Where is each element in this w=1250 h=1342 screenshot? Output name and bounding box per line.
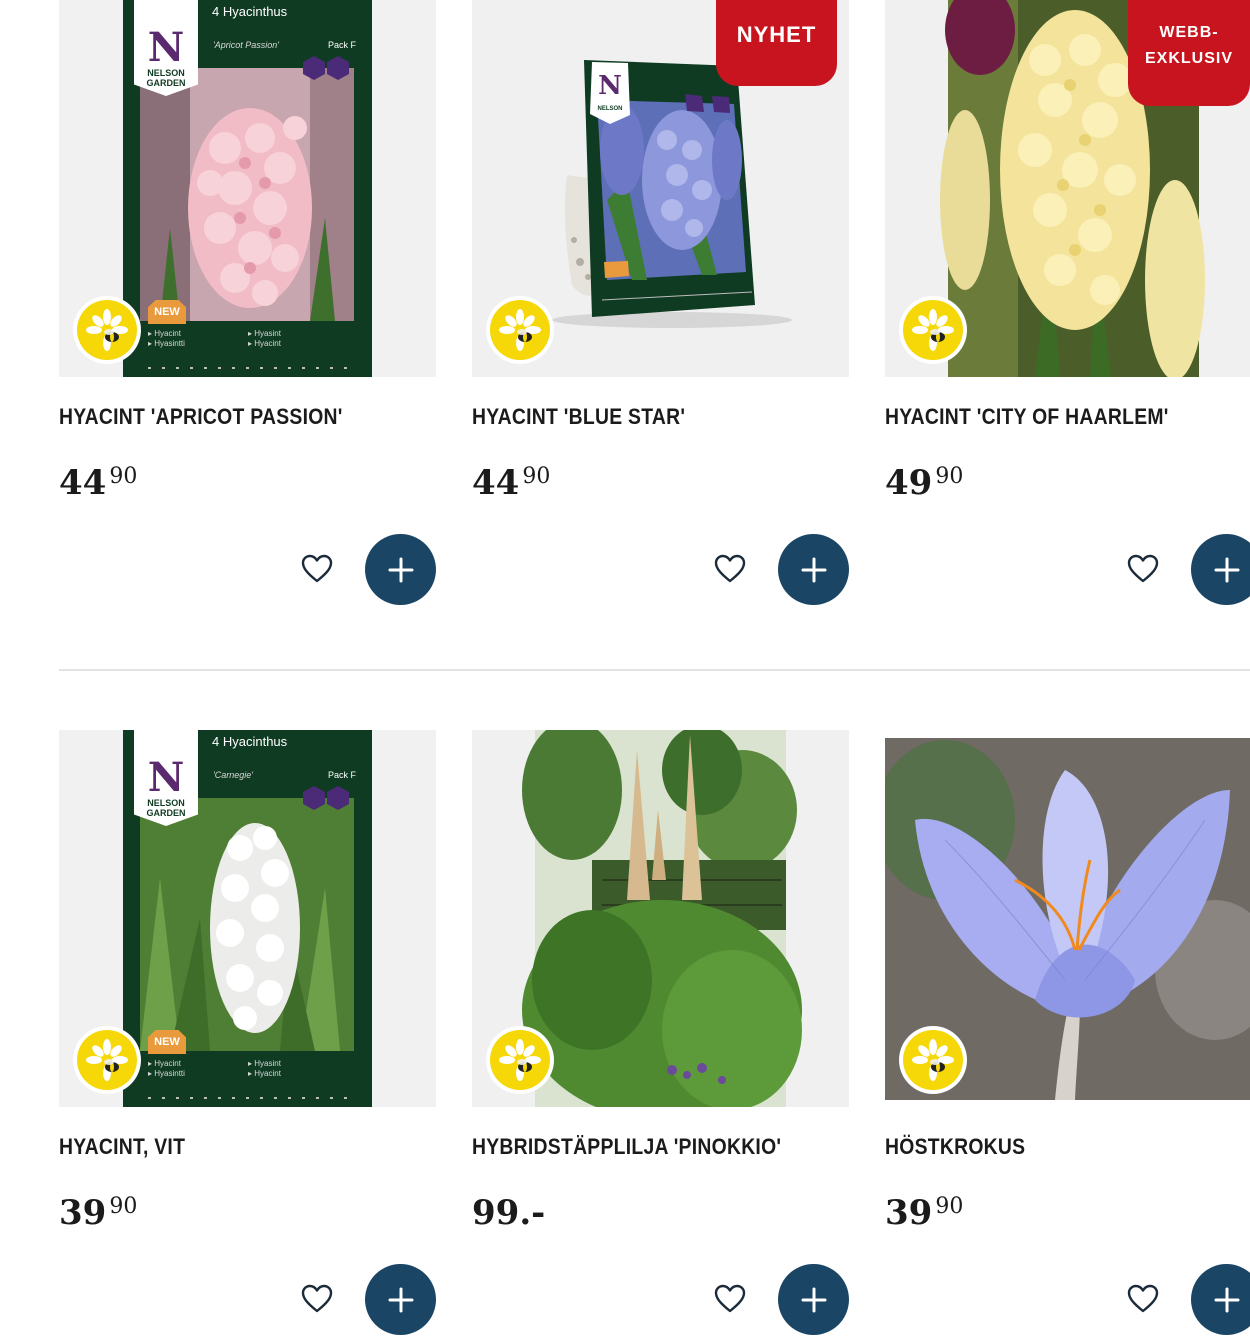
package-lang-left: ▸ Hyacint ▸ Hyasintti [148, 1059, 185, 1078]
product-image[interactable] [472, 730, 849, 1107]
flower-photo [140, 798, 354, 1051]
heart-outline-icon [301, 554, 333, 583]
price-main: 39 [59, 1193, 107, 1233]
price-decimal: 90 [109, 1194, 138, 1219]
heart-outline-icon [714, 554, 746, 583]
plus-icon [801, 1287, 826, 1312]
product-name[interactable]: HYACINT 'APRICOT PASSION' [59, 404, 343, 430]
product-name[interactable]: HYBRIDSTÄPPLILJA 'PINOKKIO' [472, 1134, 781, 1160]
package-title: 4 Hyacinthus [212, 734, 288, 749]
package-lang-right: ▸ Hyasint ▸ Hyacint [248, 1059, 281, 1078]
favorite-button[interactable] [300, 552, 334, 586]
package-zone: Pack F [328, 40, 357, 50]
product-name[interactable]: HYACINT, VIT [59, 1134, 185, 1160]
add-to-cart-button[interactable] [1191, 1264, 1250, 1335]
heart-outline-icon [714, 1284, 746, 1313]
price-main: 39 [885, 1193, 933, 1233]
add-to-cart-button[interactable] [1191, 534, 1250, 605]
price-decimal: 90 [109, 464, 138, 489]
price-main: 44 [472, 463, 520, 503]
product-price: 39 90 [59, 1190, 137, 1236]
package-title: 4 Hyacinthus [212, 4, 288, 19]
web-exclusive-label: WEBB- EXKLUSIV [1144, 24, 1233, 67]
product-price: 44 90 [472, 460, 550, 506]
row-divider [59, 669, 1250, 671]
product-card[interactable]: N NELSON GARDEN 4 Hyacinthus 'Carnegie' P… [59, 730, 436, 1335]
favorite-button[interactable] [300, 1282, 334, 1316]
price-main: 49 [885, 463, 933, 503]
brand-logo: N NELSON GARDEN [134, 730, 198, 826]
price-main: 99.- [472, 1193, 546, 1233]
price-decimal: 90 [935, 1194, 964, 1219]
add-to-cart-button[interactable] [778, 1264, 849, 1335]
product-image[interactable]: N NELSON GARDEN 4 Hyacinthus 'Apricot Pas… [59, 0, 436, 377]
package-lang-right: ▸ Hyasint ▸ Hyacint [248, 329, 281, 348]
web-exclusive-ribbon: WEBB- EXKLUSIV [1128, 0, 1250, 106]
package-lang-left: ▸ Hyacint ▸ Hyasintti [148, 329, 185, 348]
package-symbols [303, 56, 349, 80]
favorite-button[interactable] [1126, 1282, 1160, 1316]
product-card[interactable]: HÖSTKROKUS 39 90 [885, 730, 1250, 1335]
package-footer: ▸ Hyacint ▸ Hyasintti ▸ Hyasint ▸ Hyacint [148, 1059, 354, 1099]
product-card[interactable]: HYBRIDSTÄPPLILJA 'PINOKKIO' 99.- [472, 730, 849, 1335]
svg-text:NELSON: NELSON [597, 106, 622, 112]
price-decimal: 90 [935, 464, 964, 489]
plus-icon [801, 557, 826, 582]
add-to-cart-button[interactable] [365, 1264, 436, 1335]
heart-outline-icon [1127, 554, 1159, 583]
product-price: 44 90 [59, 460, 137, 506]
price-decimal: 90 [522, 464, 551, 489]
package-new-tag: NEW [148, 300, 186, 324]
product-card[interactable]: N NELSON GARDEN 4 Hyacinthus 'Apricot Pas… [59, 0, 436, 605]
favorite-button[interactable] [713, 552, 747, 586]
product-image[interactable]: WEBB- EXKLUSIV [885, 0, 1250, 377]
svg-text:N: N [598, 71, 622, 101]
product-card[interactable]: N NELSON NYHET HYACINT 'BLUE STAR' 44 90 [472, 0, 849, 605]
plus-icon [1214, 557, 1239, 582]
heart-outline-icon [1127, 1284, 1159, 1313]
brand-name: NELSON GARDEN [146, 68, 186, 88]
bee-friendly-badge-icon [899, 296, 967, 364]
flower-photo [140, 68, 354, 321]
brand-logo: N NELSON GARDEN [134, 0, 198, 96]
bee-friendly-badge-icon [486, 296, 554, 364]
product-name[interactable]: HYACINT 'BLUE STAR' [472, 404, 685, 430]
product-card[interactable]: WEBB- EXKLUSIV HYACINT 'CITY OF HAARLEM'… [885, 0, 1250, 605]
new-ribbon: NYHET [716, 0, 837, 86]
product-image[interactable]: N NELSON NYHET [472, 0, 849, 377]
product-image[interactable] [885, 730, 1250, 1107]
package-variety: 'Apricot Passion' [213, 40, 279, 50]
product-image[interactable]: N NELSON GARDEN 4 Hyacinthus 'Carnegie' P… [59, 730, 436, 1107]
product-grid: N NELSON GARDEN 4 Hyacinthus 'Apricot Pas… [0, 0, 1250, 1342]
product-name[interactable]: HYACINT 'CITY OF HAARLEM' [885, 404, 1169, 430]
favorite-button[interactable] [1126, 552, 1160, 586]
seed-package: N NELSON GARDEN 4 Hyacinthus 'Carnegie' P… [123, 730, 372, 1107]
seed-package: N NELSON GARDEN 4 Hyacinthus 'Apricot Pas… [123, 0, 372, 377]
add-to-cart-button[interactable] [778, 534, 849, 605]
add-to-cart-button[interactable] [365, 534, 436, 605]
brand-name: NELSON GARDEN [146, 798, 186, 818]
bee-friendly-badge-icon [73, 296, 141, 364]
package-zone: Pack F [328, 770, 357, 780]
product-price: 39 90 [885, 1190, 963, 1236]
plus-icon [388, 557, 413, 582]
package-new-tag: NEW [148, 1030, 186, 1054]
bee-friendly-badge-icon [899, 1026, 967, 1094]
favorite-button[interactable] [713, 1282, 747, 1316]
package-footer: ▸ Hyacint ▸ Hyasintti ▸ Hyasint ▸ Hyacint [148, 329, 354, 369]
product-name[interactable]: HÖSTKROKUS [885, 1134, 1025, 1160]
product-price: 99.- [472, 1190, 548, 1236]
price-main: 44 [59, 463, 107, 503]
package-symbols [303, 786, 349, 810]
plus-icon [1214, 1287, 1239, 1312]
plus-icon [388, 1287, 413, 1312]
product-price: 49 90 [885, 460, 963, 506]
bee-friendly-badge-icon [73, 1026, 141, 1094]
bee-friendly-badge-icon [486, 1026, 554, 1094]
heart-outline-icon [301, 1284, 333, 1313]
package-variety: 'Carnegie' [213, 770, 253, 780]
